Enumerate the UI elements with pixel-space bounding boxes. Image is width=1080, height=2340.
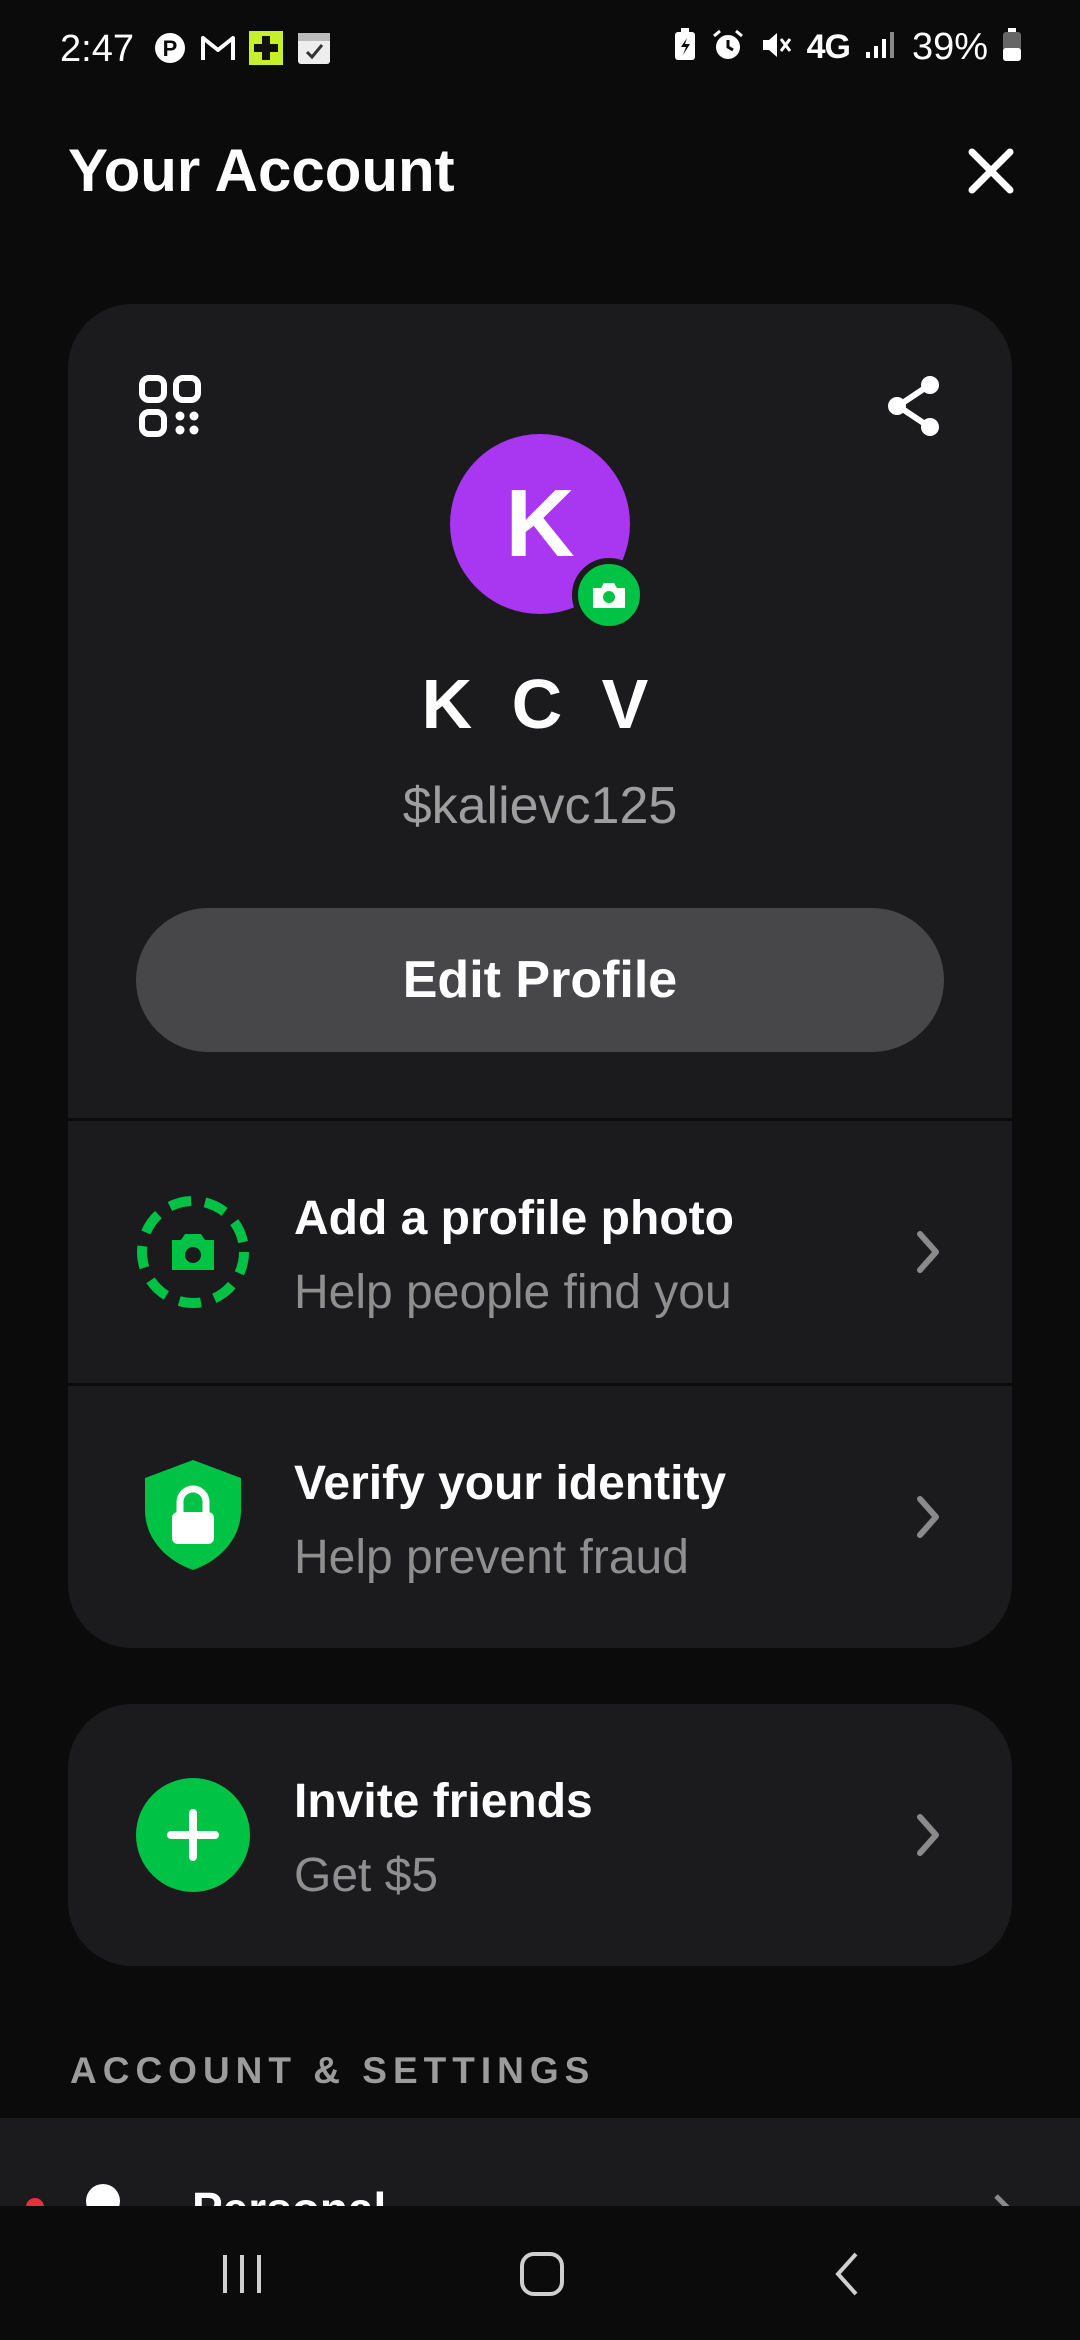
share-button[interactable] <box>882 374 946 438</box>
camera-icon <box>593 583 625 608</box>
invite-title: Invite friends <box>294 1775 593 1828</box>
chevron-right-icon <box>917 1814 939 1856</box>
page-title: Your Account <box>68 137 455 204</box>
close-icon <box>968 148 1014 194</box>
row-subtitle: Help people find you <box>294 1266 732 1319</box>
row-title: Verify your identity <box>294 1457 727 1510</box>
recents-button[interactable] <box>202 2234 282 2314</box>
qr-code-icon <box>139 375 201 437</box>
person-icon <box>86 2184 120 2208</box>
mute-icon <box>759 28 793 67</box>
plus-icon <box>136 1778 250 1892</box>
shield-lock-icon <box>136 1458 250 1572</box>
add-profile-photo-row[interactable]: Add a profile photo Help people find you <box>68 1121 1012 1383</box>
home-button[interactable] <box>502 2234 582 2314</box>
invite-friends-row[interactable]: Invite friends Get $5 <box>68 1704 1012 1966</box>
profile-card: K K C V $kalievc125 Edit Profile Add a p… <box>68 304 1012 1648</box>
signal-icon <box>864 30 898 65</box>
change-photo-button[interactable] <box>572 558 646 632</box>
svg-text:P: P <box>163 36 178 61</box>
dashed-camera-icon <box>136 1195 250 1309</box>
status-bar: 2:47 P 4G 39% <box>0 0 1080 100</box>
edit-profile-button[interactable]: Edit Profile <box>136 908 944 1052</box>
status-right-icons: 4G 39% <box>673 26 1022 69</box>
alarm-icon <box>711 28 745 67</box>
qr-code-button[interactable] <box>138 374 202 438</box>
back-icon <box>835 2252 858 2296</box>
home-icon <box>520 2252 564 2296</box>
battery-icon <box>1002 28 1022 67</box>
verify-identity-row[interactable]: Verify your identity Help prevent fraud <box>68 1386 1012 1648</box>
section-header: ACCOUNT & SETTINGS <box>70 2050 596 2091</box>
avatar-initial: K <box>505 470 575 577</box>
status-left-icons: P <box>152 30 332 66</box>
row-subtitle: Help prevent fraud <box>294 1531 689 1584</box>
recents-icon <box>223 2255 261 2293</box>
close-button[interactable] <box>958 138 1024 204</box>
news-app-icon <box>248 30 284 66</box>
back-button[interactable] <box>808 2234 888 2314</box>
pinterest-icon: P <box>152 30 188 66</box>
chevron-right-icon <box>917 1231 939 1273</box>
system-nav-bar <box>0 2206 1080 2340</box>
status-time: 2:47 <box>60 28 134 70</box>
network-label: 4G <box>806 28 851 66</box>
gmail-icon <box>200 30 236 66</box>
invite-subtitle: Get $5 <box>294 1849 439 1902</box>
share-icon <box>888 376 939 436</box>
cashtag: $kalievc125 <box>402 777 678 835</box>
row-title: Add a profile photo <box>294 1192 734 1245</box>
battery-percent: 39% <box>911 26 988 68</box>
display-name: K C V <box>421 665 659 743</box>
personal-label: Personal <box>192 2182 386 2208</box>
chevron-right-icon <box>917 1496 939 1538</box>
battery-saver-icon <box>673 28 697 67</box>
calendar-check-icon <box>296 30 332 66</box>
personal-row[interactable]: Personal <box>0 2118 1080 2208</box>
